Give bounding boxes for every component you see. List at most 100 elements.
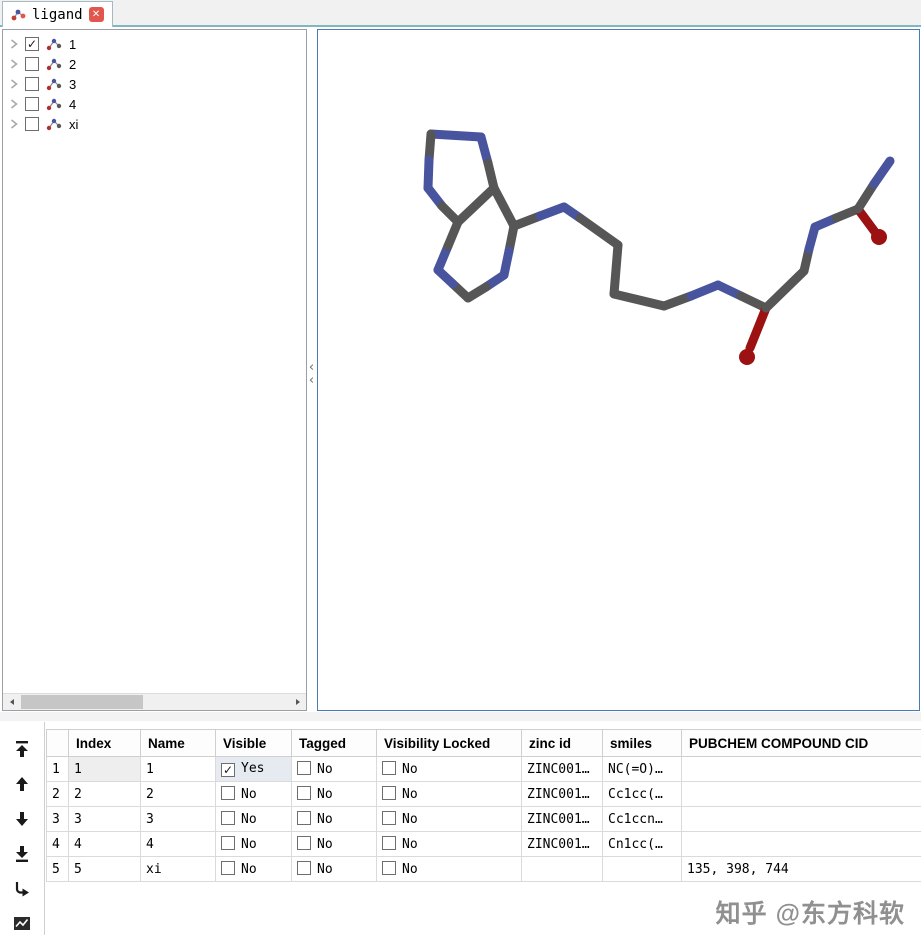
locked-checkbox[interactable] [382, 861, 396, 875]
visibility-locked-cell[interactable]: No [376, 831, 522, 857]
move-to-bottom-button[interactable] [10, 842, 34, 866]
expand-chevron-icon[interactable] [10, 39, 18, 49]
smiles-cell[interactable]: Cc1ccn… [602, 806, 682, 832]
locked-checkbox[interactable] [382, 786, 396, 800]
visibility-checkbox[interactable] [25, 97, 39, 111]
expand-chevron-icon[interactable] [10, 59, 18, 69]
table-row[interactable]: 4 4 4 No No No ZINC001… Cn1cc(… [46, 831, 921, 857]
visible-checkbox[interactable] [221, 811, 235, 825]
name-cell[interactable]: xi [140, 856, 216, 882]
scroll-left-button[interactable] [3, 694, 20, 710]
visibility-locked-cell[interactable]: No [376, 781, 522, 807]
visible-checkbox[interactable] [221, 861, 235, 875]
molecule-viewport[interactable] [317, 29, 920, 711]
index-cell[interactable]: 3 [68, 806, 141, 832]
row-number-cell[interactable]: 4 [46, 831, 69, 857]
visible-cell[interactable]: No [215, 831, 292, 857]
scrollbar-track[interactable] [20, 694, 289, 710]
visible-cell[interactable]: No [215, 781, 292, 807]
column-header-visibility-locked[interactable]: Visibility Locked [376, 729, 522, 757]
tab-close-button[interactable]: ✕ [88, 7, 104, 22]
table-row[interactable]: 2 2 2 No No No ZINC001… Cc1cc(… [46, 781, 921, 807]
table-row[interactable]: 3 3 3 No No No ZINC001… Cc1ccn… [46, 806, 921, 832]
tagged-checkbox[interactable] [297, 861, 311, 875]
visible-checkbox[interactable] [221, 786, 235, 800]
column-header-pubchem-cid[interactable]: PUBCHEM COMPOUND CID [681, 729, 921, 757]
tagged-cell[interactable]: No [291, 781, 377, 807]
column-header-name[interactable]: Name [140, 729, 216, 757]
row-number-cell[interactable]: 1 [46, 756, 69, 782]
smiles-cell[interactable]: Cn1cc(… [602, 831, 682, 857]
name-cell[interactable]: 4 [140, 831, 216, 857]
zinc-id-cell[interactable]: ZINC001… [521, 756, 603, 782]
tree-item-1[interactable]: ✓ 1 [3, 34, 306, 54]
visibility-checkbox[interactable] [25, 77, 39, 91]
name-cell[interactable]: 1 [140, 756, 216, 782]
row-number-cell[interactable]: 5 [46, 856, 69, 882]
smiles-cell[interactable]: NC(=O)… [602, 756, 682, 782]
table-row[interactable]: 5 5 xi No No No 135, 398, 744 [46, 856, 921, 882]
tree-item-4[interactable]: 4 [3, 94, 306, 114]
tree-item-xi[interactable]: xi [3, 114, 306, 134]
index-cell[interactable]: 5 [68, 856, 141, 882]
visible-cell[interactable]: No [215, 856, 292, 882]
index-cell[interactable]: 1 [68, 756, 141, 782]
move-up-button[interactable] [10, 772, 34, 796]
table-row[interactable]: 1 1 1 ✓ Yes No No ZINC001… NC(=O)… [46, 756, 921, 782]
tree-item-3[interactable]: 3 [3, 74, 306, 94]
export-button[interactable] [10, 877, 34, 901]
column-header-smiles[interactable]: smiles [602, 729, 682, 757]
pubchem-cid-cell[interactable] [681, 831, 921, 857]
column-header-index[interactable]: Index [68, 729, 141, 757]
tagged-cell[interactable]: No [291, 856, 377, 882]
tab-ligand[interactable]: ligand ✕ [2, 1, 113, 27]
zinc-id-cell[interactable]: ZINC001… [521, 831, 603, 857]
visible-cell[interactable]: ✓ Yes [215, 756, 292, 782]
expand-chevron-icon[interactable] [10, 119, 18, 129]
locked-checkbox[interactable] [382, 836, 396, 850]
name-cell[interactable]: 3 [140, 806, 216, 832]
locked-checkbox[interactable] [382, 761, 396, 775]
column-header-visible[interactable]: Visible [215, 729, 292, 757]
tagged-checkbox[interactable] [297, 836, 311, 850]
scroll-right-button[interactable] [289, 694, 306, 710]
name-cell[interactable]: 2 [140, 781, 216, 807]
index-cell[interactable]: 2 [68, 781, 141, 807]
smiles-cell[interactable]: Cc1cc(… [602, 781, 682, 807]
pubchem-cid-cell[interactable] [681, 806, 921, 832]
tagged-checkbox[interactable] [297, 761, 311, 775]
tagged-checkbox[interactable] [297, 786, 311, 800]
tree-item-2[interactable]: 2 [3, 54, 306, 74]
visibility-checkbox[interactable]: ✓ [25, 37, 39, 51]
row-number-cell[interactable]: 3 [46, 806, 69, 832]
move-to-top-button[interactable] [10, 738, 34, 761]
pubchem-cid-cell[interactable]: 135, 398, 744 [681, 856, 921, 882]
plot-button[interactable] [10, 912, 34, 935]
visible-checkbox[interactable] [221, 836, 235, 850]
expand-chevron-icon[interactable] [10, 79, 18, 89]
expand-chevron-icon[interactable] [10, 99, 18, 109]
column-header-tagged[interactable]: Tagged [291, 729, 377, 757]
tree-horizontal-scrollbar[interactable] [3, 693, 306, 710]
tagged-cell[interactable]: No [291, 806, 377, 832]
visible-cell[interactable]: No [215, 806, 292, 832]
visibility-locked-cell[interactable]: No [376, 856, 522, 882]
row-number-cell[interactable]: 2 [46, 781, 69, 807]
zinc-id-cell[interactable]: ZINC001… [521, 806, 603, 832]
tagged-cell[interactable]: No [291, 756, 377, 782]
visible-checkbox[interactable]: ✓ [221, 763, 235, 777]
locked-checkbox[interactable] [382, 811, 396, 825]
tagged-cell[interactable]: No [291, 831, 377, 857]
smiles-cell[interactable] [602, 856, 682, 882]
index-cell[interactable]: 4 [68, 831, 141, 857]
zinc-id-cell[interactable]: ZINC001… [521, 781, 603, 807]
visibility-checkbox[interactable] [25, 57, 39, 71]
move-down-button[interactable] [10, 807, 34, 831]
visibility-locked-cell[interactable]: No [376, 806, 522, 832]
visibility-locked-cell[interactable]: No [376, 756, 522, 782]
zinc-id-cell[interactable] [521, 856, 603, 882]
tagged-checkbox[interactable] [297, 811, 311, 825]
scrollbar-thumb[interactable] [21, 695, 143, 709]
visibility-checkbox[interactable] [25, 117, 39, 131]
column-header-zinc-id[interactable]: zinc id [521, 729, 603, 757]
